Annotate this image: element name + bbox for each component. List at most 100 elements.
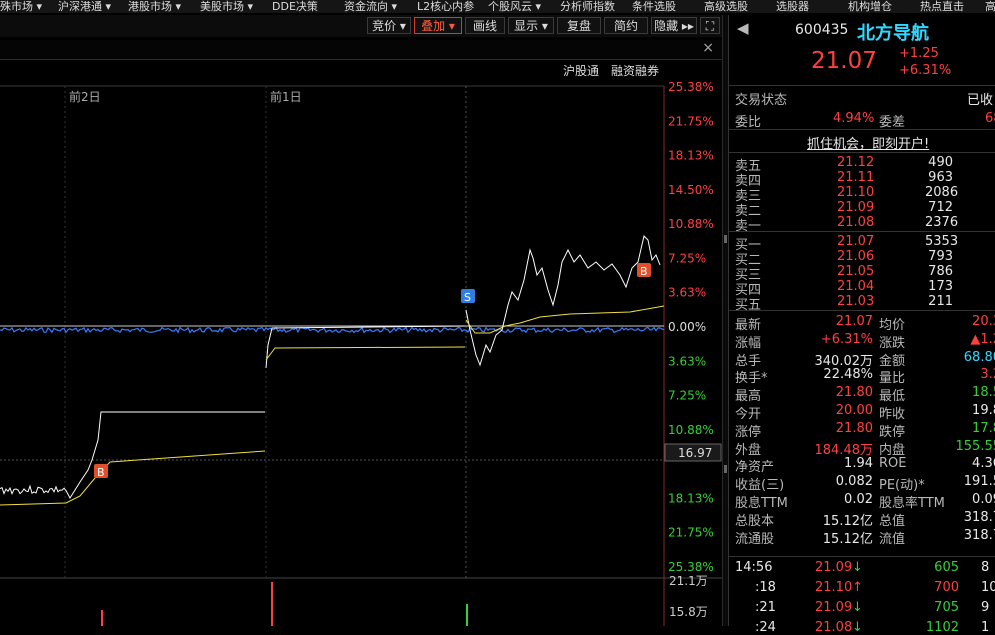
sell-level-price[interactable]: 21.11 [837,170,874,185]
tick-time: :18 [755,580,776,595]
menu-condition-pick[interactable]: 条件选股 [632,0,676,13]
menu-hotspot[interactable]: 热点直击 [920,0,964,13]
stat-value: 68.80 [963,349,995,365]
menu-more[interactable]: 高 [985,0,995,13]
day-label-prev2: 前2日 [69,89,101,104]
sell-marker-label: S [464,291,471,304]
display-button[interactable]: 显示 ▾ [508,17,554,34]
close-icon[interactable]: × [702,40,714,56]
y-tick-up: 18.13% [668,149,714,163]
sell-level-volume: 963 [928,170,953,185]
tick-volume: 1102 [925,620,959,635]
buy-level-volume: 173 [928,279,953,294]
stat-label: 今开 [735,407,762,422]
menu-institution[interactable]: 机构增仓 [848,0,892,13]
open-account-link[interactable]: 抓住机会，即刻开户! [807,133,929,152]
menu-hk-connect[interactable]: 沪深港通 ▾ [58,0,111,13]
overlay-button[interactable]: 叠加 ▾ [414,17,462,34]
menu-analyst[interactable]: 分析师指数 [560,0,615,13]
stat-label: 总手 [735,353,762,369]
sell-level-price[interactable]: 21.08 [837,215,874,230]
volume-bar [466,604,468,626]
stat-value: 15.12亿 [822,531,873,547]
overlay-tag-hk-connect[interactable]: 沪股通 [563,62,599,79]
top-menu-bar: 殊市场 ▾ 沪深港通 ▾ 港股市场 ▾ 美股市场 ▾ DDE决策 资金流向 ▾ … [0,0,995,13]
sell-level-volume: 2086 [925,185,959,200]
menu-stock-news[interactable]: 个股风云 ▾ [488,0,541,13]
buy-level-price[interactable]: 21.06 [837,249,874,264]
stat-value: 340.02万 [814,353,874,369]
divider [729,310,995,311]
menu-special-market[interactable]: 殊市场 ▾ [0,0,42,13]
buy-level-price[interactable]: 21.07 [837,234,874,249]
menu-advanced-pick[interactable]: 高级选股 [704,0,748,13]
y-tick-down: 7.25% [668,389,706,403]
y-tick-down: 3.63% [668,354,706,368]
stat-label: 流通股 [735,531,775,547]
stat-label: 均价 [879,318,906,333]
auction-button[interactable]: 竞价 ▾ [367,17,411,34]
menu-us-stocks[interactable]: 美股市场 ▾ [200,0,253,13]
menu-stock-picker[interactable]: 选股器 [776,0,809,13]
tick-volume: 705 [934,600,959,615]
sell-level-volume: 2376 [925,215,959,230]
last-price: 21.07 [811,48,877,74]
hide-button[interactable]: 隐藏 ▸▸ [651,17,697,34]
draw-line-button[interactable]: 画线 [465,17,505,34]
tick-count: 9 [981,600,990,615]
stat-label: 最低 [879,389,906,405]
divider [729,231,995,232]
stock-name[interactable]: 北方导航 [857,19,929,45]
y-tick-up: 14.50% [668,183,714,197]
stat-label: 换手* [735,371,768,387]
stat-value: 3.2 [980,367,995,383]
stat-label: 量比 [879,371,906,387]
sell-level-price[interactable]: 21.12 [837,155,874,170]
sell-level-price[interactable]: 21.10 [837,185,874,200]
status-value: 已收 [967,93,994,108]
stat-label: 内盘 [879,442,906,458]
tick-direction-icon: ↓ [852,600,863,615]
overlay-tag-margin[interactable]: 融资融券 [611,62,659,79]
volume-tick-1: 21.1万 [669,574,708,588]
tick-price: 21.10 [815,580,853,595]
stat-label: 总值 [879,513,906,529]
tick-count: 1 [981,620,990,635]
stat-value: 4.36 [972,456,995,472]
stat-label: 股息率TTM [879,496,945,511]
buy-level-price[interactable]: 21.04 [837,279,874,294]
menu-l2[interactable]: L2核心内参 [417,0,474,13]
chart-title-bar: × [0,40,722,60]
simple-button[interactable]: 简约 [604,17,648,34]
splitter-grip[interactable] [724,235,727,243]
splitter-grip-2[interactable] [724,465,727,473]
stat-value: 21.07 [835,314,873,329]
stat-label: 涨停 [735,424,762,440]
stat-value: 191.5 [963,474,995,490]
crosshair-value: 16.97 [678,446,712,460]
menu-hk-stocks[interactable]: 港股市场 ▾ [128,0,181,13]
stat-value: 22.48% [823,367,873,383]
sell-level-volume: 712 [928,200,953,215]
buy-level-volume: 5353 [925,234,959,249]
replay-button[interactable]: 复盘 [557,17,601,34]
collapse-arrow-icon[interactable]: ◀ [737,19,749,37]
buy-level-price[interactable]: 21.05 [837,264,874,279]
menu-capital-flow[interactable]: 资金流向 ▾ [344,0,397,13]
stat-value: 0.09 [972,492,995,507]
stat-label: 金额 [879,353,906,369]
tick-price: 21.09 [815,600,853,615]
avg-line-day1 [0,450,266,506]
tick-direction-icon: ↑ [852,580,863,595]
buy-level-volume: 793 [928,249,953,264]
tick-volume: 700 [934,580,959,595]
price-chart[interactable]: 前2日 前1日 25.38% 21.75% 18.13% 14.50% 10.88% 7.… [0,80,722,626]
sell-level-volume: 490 [928,155,953,170]
stat-label: 涨跌 [879,335,906,351]
buy-level-price[interactable]: 21.03 [837,294,874,309]
stat-label: 跌停 [879,424,906,440]
fullscreen-icon[interactable]: ⛶ [700,17,720,34]
sell-level-price[interactable]: 21.09 [837,200,874,215]
stat-label: 昨收 [879,407,906,422]
menu-dde[interactable]: DDE决策 [272,0,318,13]
